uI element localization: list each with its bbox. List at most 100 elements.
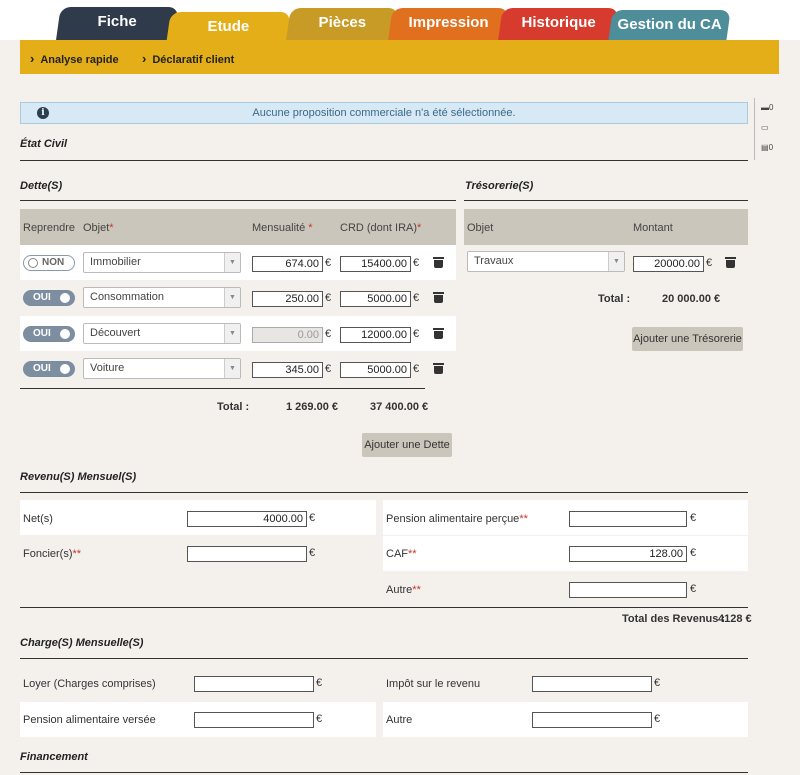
add-tresorerie-button[interactable]: Ajouter une Trésorerie xyxy=(632,327,743,351)
dettes-total-label: Total : xyxy=(217,401,250,413)
tresorerie-total-label: Total : xyxy=(598,293,631,305)
autre-charge-input[interactable] xyxy=(532,712,652,728)
caf-input[interactable]: 128.00 xyxy=(569,546,687,562)
autre-charge-label: Autre xyxy=(386,714,413,726)
loyer-label: Loyer (Charges comprises) xyxy=(23,678,156,690)
toggle-label: OUI xyxy=(33,292,51,303)
top-tabs: Fiche Etude Pièces Impression Historique… xyxy=(0,0,800,50)
euro-sign: € xyxy=(309,512,316,524)
euro-sign: € xyxy=(325,292,332,304)
reprendre-toggle[interactable]: OUI xyxy=(23,326,75,342)
divider xyxy=(20,388,425,389)
calculator-icon[interactable]: ▤0 xyxy=(755,138,784,158)
net-label: Net(s) xyxy=(23,513,53,525)
trash-icon[interactable] xyxy=(725,257,736,268)
chevron-down-icon: ▼ xyxy=(224,324,240,343)
impot-label: Impôt sur le revenu xyxy=(386,678,481,690)
side-toolbar: ▬0 ▭ ▤0 xyxy=(754,98,784,160)
objet-select[interactable]: Travaux ▼ xyxy=(467,251,625,272)
required-mark: ** xyxy=(519,513,528,525)
pension-versee-input[interactable] xyxy=(194,712,314,728)
crd-input[interactable]: 12000.00 xyxy=(340,327,411,343)
mensualite-input[interactable]: 674.00 xyxy=(252,256,323,272)
divider xyxy=(20,607,748,608)
col-crd: CRD (dont IRA)* xyxy=(340,222,421,234)
objet-select[interactable]: Immobilier ▼ xyxy=(83,252,241,273)
euro-sign: € xyxy=(654,677,661,689)
euro-sign: € xyxy=(325,257,332,269)
net-input[interactable]: 4000.00 xyxy=(187,511,307,527)
charge-row-impot: Impôt sur le revenu € xyxy=(383,666,748,701)
revenus-total: 4128 € xyxy=(718,613,752,625)
crd-input[interactable]: 5000.00 xyxy=(340,291,411,307)
printer-icon[interactable]: ▬0 xyxy=(755,98,784,118)
crd-input[interactable]: 15400.00 xyxy=(340,256,411,272)
col-objet-label: Objet xyxy=(83,222,110,234)
montant-input[interactable]: 20000.00 xyxy=(633,256,704,272)
trash-icon[interactable] xyxy=(433,363,444,374)
comment-icon[interactable]: ▭ xyxy=(755,118,784,138)
pension-label-text: Pension alimentaire perçue xyxy=(386,513,520,525)
euro-sign: € xyxy=(654,713,661,725)
chevron-down-icon: ▼ xyxy=(224,359,240,378)
tresorerie-table-header: Objet Montant xyxy=(464,209,748,245)
subnav-declaratif-client[interactable]: Déclaratif client xyxy=(142,51,234,66)
select-value: Consommation xyxy=(90,291,164,303)
trash-icon[interactable] xyxy=(433,292,444,303)
printer-count: 0 xyxy=(769,103,774,112)
chevron-down-icon: ▼ xyxy=(224,253,240,272)
charge-row-autre: Autre € xyxy=(383,702,748,737)
toggle-label: OUI xyxy=(33,363,51,374)
chevron-down-icon: ▼ xyxy=(608,252,624,271)
mensualite-input: 0.00 xyxy=(252,327,323,343)
add-dette-button[interactable]: Ajouter une Dette xyxy=(362,433,452,457)
euro-sign: € xyxy=(413,257,420,269)
euro-sign: € xyxy=(316,713,323,725)
euro-sign: € xyxy=(325,328,332,340)
foncier-input[interactable] xyxy=(187,546,307,562)
required-mark: ** xyxy=(412,584,421,596)
reprendre-toggle[interactable]: OUI xyxy=(23,290,75,306)
caf-label-text: CAF xyxy=(386,548,408,560)
revenu-row-foncier: Foncier(s)** € xyxy=(20,536,376,571)
toggle-label: OUI xyxy=(33,328,51,339)
tresorerie-total: 20 000.00 € xyxy=(662,293,721,305)
subnav-analyse-rapide[interactable]: Analyse rapide xyxy=(30,51,118,66)
section-etat-civil[interactable]: État Civil xyxy=(20,138,67,150)
impot-input[interactable] xyxy=(532,676,652,692)
charge-row-loyer: Loyer (Charges comprises) € xyxy=(20,666,376,701)
reprendre-toggle[interactable]: OUI xyxy=(23,361,75,377)
euro-sign: € xyxy=(309,547,316,559)
pension-percue-input[interactable] xyxy=(569,511,687,527)
crd-input[interactable]: 5000.00 xyxy=(340,362,411,378)
mensualite-input[interactable]: 345.00 xyxy=(252,362,323,378)
autre-revenu-input[interactable] xyxy=(569,582,687,598)
divider xyxy=(20,200,456,201)
mensualite-input[interactable]: 250.00 xyxy=(252,291,323,307)
objet-select[interactable]: Découvert ▼ xyxy=(83,323,241,344)
objet-select[interactable]: Voiture ▼ xyxy=(83,358,241,379)
dettes-total-crd: 37 400.00 € xyxy=(370,401,429,413)
col-reprendre: Reprendre xyxy=(23,222,75,234)
pension-label: Pension alimentaire perçue** xyxy=(386,513,528,525)
euro-sign: € xyxy=(690,547,697,559)
tab-label: Etude xyxy=(207,18,250,35)
objet-select[interactable]: Consommation ▼ xyxy=(83,287,241,308)
section-dettes: Dette(S) xyxy=(20,180,63,192)
trash-icon[interactable] xyxy=(433,328,444,339)
calculator-count: 0 xyxy=(768,143,774,152)
col-mensualite: Mensualité * xyxy=(252,222,313,234)
reprendre-toggle[interactable]: NON xyxy=(23,255,75,271)
euro-sign: € xyxy=(706,257,713,269)
divider xyxy=(464,200,748,201)
tab-label: Pièces xyxy=(318,14,367,31)
sub-navigation: Analyse rapide Déclaratif client xyxy=(20,40,779,74)
dettes-table-header: Reprendre Objet* Mensualité * CRD (dont … xyxy=(20,209,456,245)
toggle-label: NON xyxy=(42,257,65,268)
info-message: Aucune proposition commerciale n'a été s… xyxy=(252,107,516,119)
trash-icon[interactable] xyxy=(433,257,444,268)
info-icon: i xyxy=(37,107,49,119)
loyer-input[interactable] xyxy=(194,676,314,692)
required-mark: ** xyxy=(408,548,417,560)
autre-label: Autre** xyxy=(386,584,421,596)
